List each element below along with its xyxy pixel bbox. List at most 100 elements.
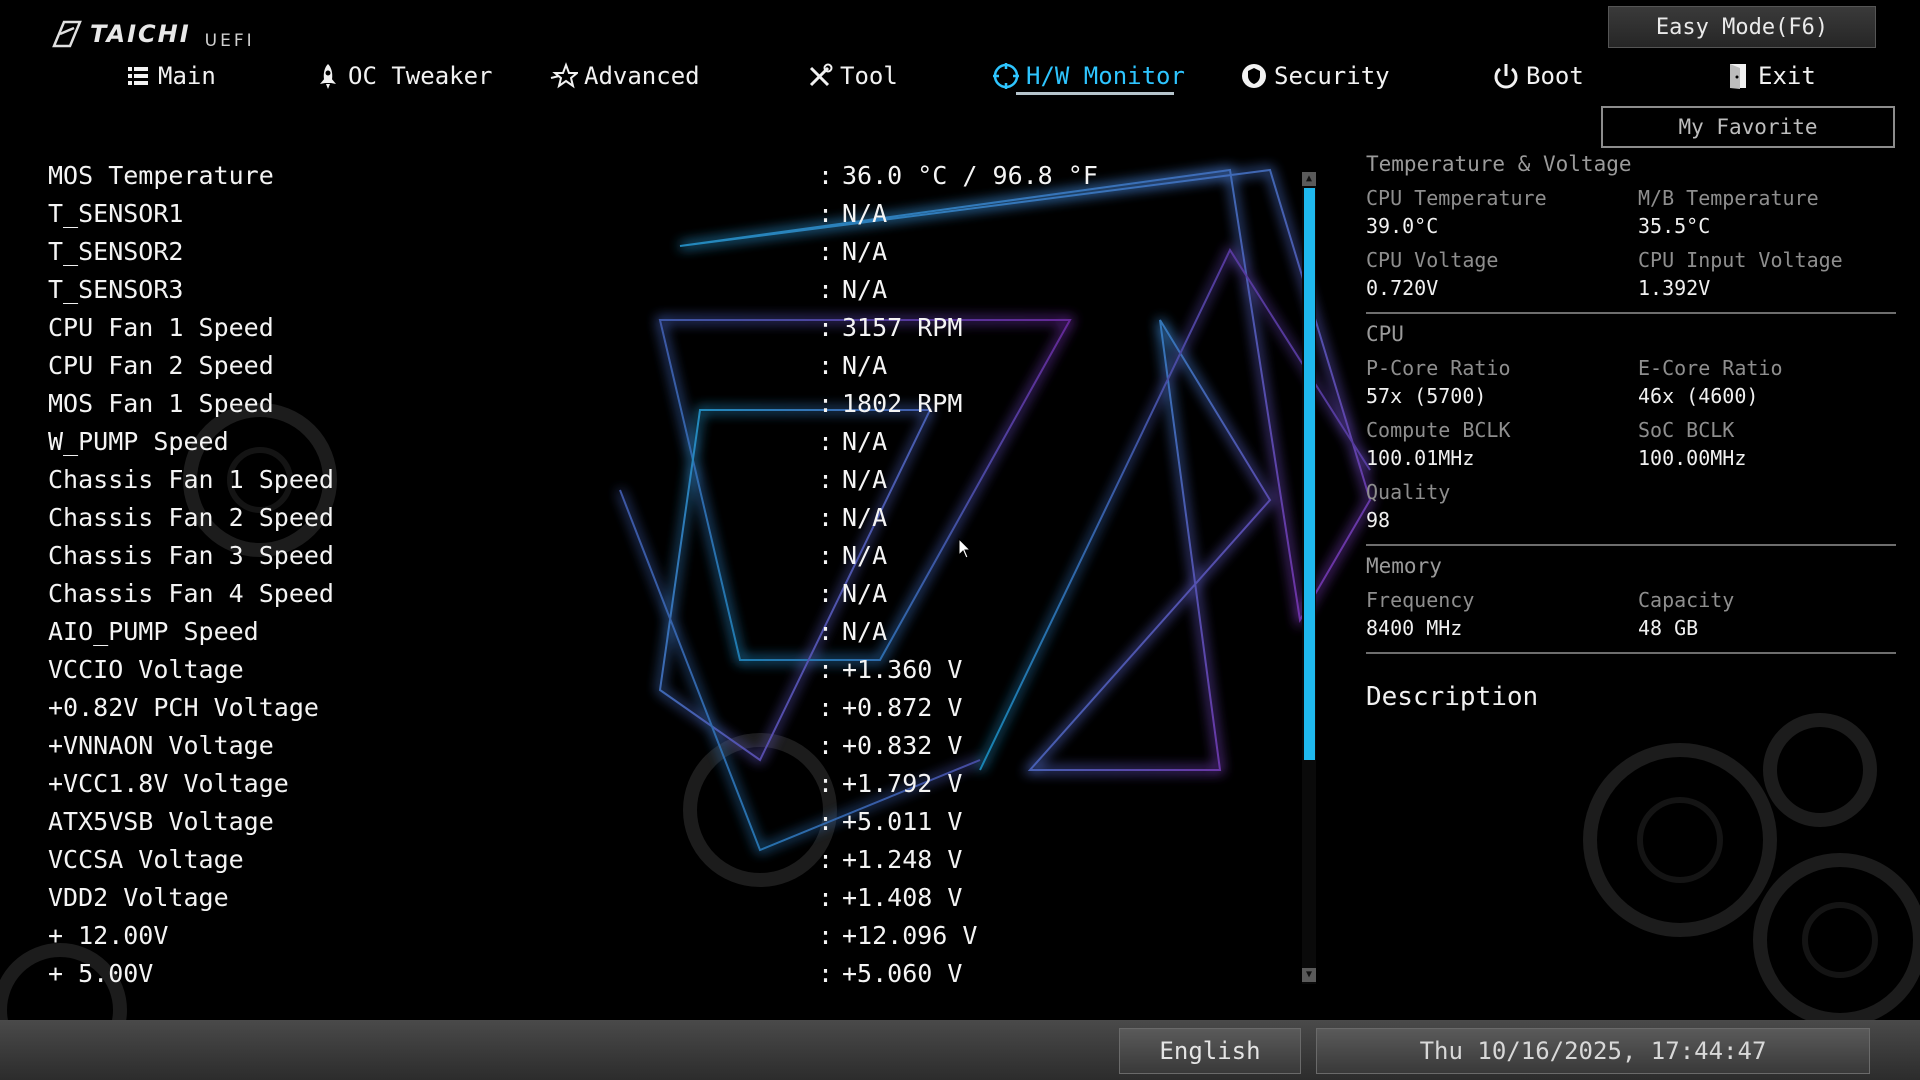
row-5v[interactable]: + 5.00V: +5.060 V xyxy=(48,954,1298,992)
row-chassis-fan-4-speed[interactable]: Chassis Fan 4 Speed: N/A xyxy=(48,574,1298,612)
row-separator: : xyxy=(818,160,834,190)
tab-oc-tweaker[interactable]: OC Tweaker xyxy=(314,54,493,98)
row-vcc18-voltage[interactable]: +VCC1.8V Voltage: +1.792 V xyxy=(48,764,1298,802)
cpu-temperature-label: CPU Temperature xyxy=(1366,186,1547,210)
row-value: N/A xyxy=(842,236,888,266)
row-value: 36.0 °C / 96.8 °F xyxy=(842,160,1098,190)
easy-mode-button[interactable]: Easy Mode(F6) xyxy=(1608,6,1876,48)
exit-icon xyxy=(1730,64,1746,89)
row-value: +5.011 V xyxy=(842,806,963,836)
row-chassis-fan-1-speed[interactable]: Chassis Fan 1 Speed: N/A xyxy=(48,460,1298,498)
panel-divider xyxy=(1366,652,1896,654)
row-mos-fan-1-speed[interactable]: MOS Fan 1 Speed:1802 RPM xyxy=(48,384,1298,422)
pcore-ratio-label: P-Core Ratio xyxy=(1366,356,1511,380)
my-favorite-button[interactable]: My Favorite xyxy=(1601,106,1895,148)
row-value: +1.792 V xyxy=(842,768,963,798)
panel-divider xyxy=(1366,544,1896,546)
row-pch-voltage[interactable]: +0.82V PCH Voltage: +0.872 V xyxy=(48,688,1298,726)
soc-bclk-value: 100.00MHz xyxy=(1638,446,1747,470)
row-separator: : xyxy=(818,388,834,418)
row-label: VCCSA Voltage xyxy=(48,844,244,874)
memory-section-title: Memory xyxy=(1366,554,1442,578)
row-label: MOS Fan 1 Speed xyxy=(48,388,274,418)
row-t-sensor3[interactable]: T_SENSOR3: N/A xyxy=(48,270,1298,308)
language-button[interactable]: English xyxy=(1119,1028,1301,1074)
row-vnnaon-voltage[interactable]: +VNNAON Voltage: +0.832 V xyxy=(48,726,1298,764)
row-cpu-fan-2-speed[interactable]: CPU Fan 2 Speed: N/A xyxy=(48,346,1298,384)
row-vccio-voltage[interactable]: VCCIO Voltage: +1.360 V xyxy=(48,650,1298,688)
row-w-pump-speed[interactable]: W_PUMP Speed: N/A xyxy=(48,422,1298,460)
row-label: +0.82V PCH Voltage xyxy=(48,692,319,722)
quality-value: 98 xyxy=(1366,508,1391,532)
row-vdd2-voltage[interactable]: VDD2 Voltage: +1.408 V xyxy=(48,878,1298,916)
panel-divider xyxy=(1366,312,1896,314)
row-separator: : xyxy=(818,616,834,646)
row-atx5vsb-voltage[interactable]: ATX5VSB Voltage: +5.011 V xyxy=(48,802,1298,840)
row-separator: : xyxy=(818,464,834,494)
row-value: +12.096 V xyxy=(842,920,978,950)
row-cpu-fan-1-speed[interactable]: CPU Fan 1 Speed:3157 RPM xyxy=(48,308,1298,346)
tab-security[interactable]: Security xyxy=(1240,54,1390,98)
description-title: Description xyxy=(1366,682,1539,712)
row-label: Chassis Fan 4 Speed xyxy=(48,578,334,608)
row-label: W_PUMP Speed xyxy=(48,426,229,456)
row-separator: : xyxy=(818,540,834,570)
row-label: MOS Temperature xyxy=(48,160,274,190)
row-label: Chassis Fan 1 Speed xyxy=(48,464,334,494)
tab-exit[interactable]: Exit xyxy=(1724,54,1816,98)
row-value: +0.872 V xyxy=(842,692,963,722)
tab-label: H/W Monitor xyxy=(1026,62,1185,90)
row-separator: : xyxy=(818,882,834,912)
memory-frequency-value: 8400 MHz xyxy=(1366,616,1463,640)
scroll-down-arrow-icon[interactable]: ▼ xyxy=(1302,968,1316,982)
row-separator: : xyxy=(818,502,834,532)
active-tab-indicator xyxy=(1016,92,1174,95)
tab-tool[interactable]: Tool xyxy=(806,54,898,98)
tab-main[interactable]: Main xyxy=(124,54,216,98)
row-label: Chassis Fan 3 Speed xyxy=(48,540,334,570)
row-label: + 12.00V xyxy=(48,920,169,950)
row-separator: : xyxy=(818,426,834,456)
tab-label: Main xyxy=(158,62,216,90)
ecore-ratio-value: 46x (4600) xyxy=(1638,384,1759,408)
star-icon xyxy=(550,62,578,89)
row-separator: : xyxy=(818,844,834,874)
row-chassis-fan-3-speed[interactable]: Chassis Fan 3 Speed: N/A xyxy=(48,536,1298,574)
compute-bclk-label: Compute BCLK xyxy=(1366,418,1511,442)
row-t-sensor1[interactable]: T_SENSOR1: N/A xyxy=(48,194,1298,232)
row-separator: : xyxy=(818,198,834,228)
row-value: +1.408 V xyxy=(842,882,963,912)
tab-label: Exit xyxy=(1758,62,1816,90)
scroll-up-arrow-icon[interactable]: ▲ xyxy=(1302,172,1316,186)
shield-icon xyxy=(1242,64,1266,88)
row-separator: : xyxy=(818,806,834,836)
bios-screen: TAICHI UEFI Easy Mode(F6) My Favorite Ma… xyxy=(0,0,1920,1080)
row-chassis-fan-2-speed[interactable]: Chassis Fan 2 Speed: N/A xyxy=(48,498,1298,536)
row-value: +1.248 V xyxy=(842,844,963,874)
mb-temperature-value: 35.5°C xyxy=(1638,214,1711,238)
row-label: +VCC1.8V Voltage xyxy=(48,768,289,798)
row-label: T_SENSOR2 xyxy=(48,236,184,266)
row-separator: : xyxy=(818,730,834,760)
row-12v[interactable]: + 12.00V: +12.096 V xyxy=(48,916,1298,954)
row-aio-pump-speed[interactable]: AIO_PUMP Speed: N/A xyxy=(48,612,1298,650)
tab-boot[interactable]: Boot xyxy=(1492,54,1584,98)
row-separator: : xyxy=(818,578,834,608)
memory-capacity-label: Capacity xyxy=(1638,588,1735,612)
cpu-voltage-label: CPU Voltage xyxy=(1366,248,1499,272)
date-time-display: Thu 10/16/2025, 17:44:47 xyxy=(1316,1028,1870,1074)
row-label: T_SENSOR3 xyxy=(48,274,184,304)
row-t-sensor2[interactable]: T_SENSOR2: N/A xyxy=(48,232,1298,270)
row-vccsa-voltage[interactable]: VCCSA Voltage: +1.248 V xyxy=(48,840,1298,878)
row-mos-temperature[interactable]: MOS Temperature:36.0 °C / 96.8 °F xyxy=(48,156,1298,194)
row-separator: : xyxy=(818,312,834,342)
tab-advanced[interactable]: Advanced xyxy=(550,54,700,98)
row-value: +5.060 V xyxy=(842,958,963,988)
row-value: N/A xyxy=(842,616,888,646)
compute-bclk-value: 100.01MHz xyxy=(1366,446,1475,470)
row-value: N/A xyxy=(842,578,888,608)
row-value: N/A xyxy=(842,540,888,570)
scrollbar-thumb[interactable] xyxy=(1304,188,1315,760)
brand-name: TAICHI xyxy=(90,20,191,48)
rocket-icon xyxy=(320,64,336,89)
